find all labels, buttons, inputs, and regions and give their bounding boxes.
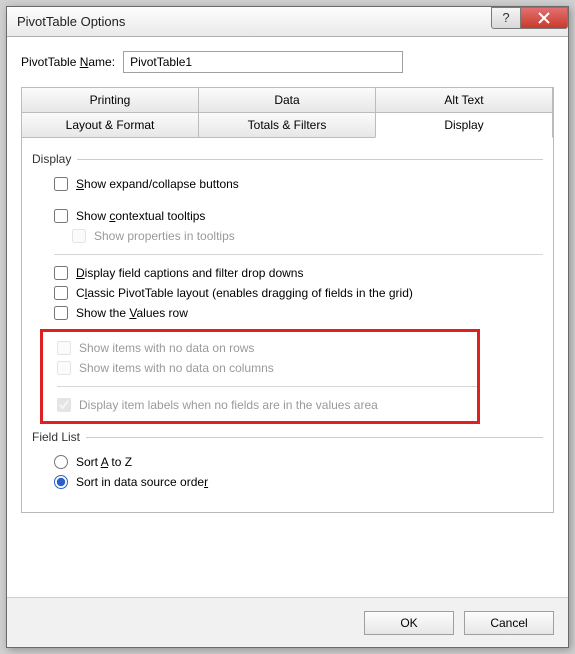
opt-field-captions[interactable]: Display field captions and filter drop d… [32,263,543,283]
opt-no-data-columns: Show items with no data on columns [43,358,477,378]
opt-no-data-rows: Show items with no data on rows [43,338,477,358]
display-panel: Display Show expand/collapse buttons Sho… [22,138,553,512]
ok-button[interactable]: OK [364,611,454,635]
tabs: Printing Data Alt Text Layout & Format T… [21,87,554,513]
pivottable-name-label: PivotTable Name: [21,55,115,69]
close-button[interactable] [520,7,568,29]
highlight-box: Show items with no data on rows Show ite… [40,329,480,424]
titlebar: PivotTable Options ? [7,7,568,37]
opt-item-labels: Display item labels when no fields are i… [43,395,477,415]
separator [54,254,543,255]
checkbox-field-captions[interactable] [54,266,68,280]
radio-input-sort-source[interactable] [54,475,68,489]
dialog-title: PivotTable Options [7,14,492,29]
radio-sort-az[interactable]: Sort A to Z [32,452,543,472]
window-buttons: ? [492,7,568,29]
tab-data[interactable]: Data [198,87,376,113]
checkbox-values-row[interactable] [54,306,68,320]
group-display-label: Display [32,152,71,166]
pivottable-options-dialog: PivotTable Options ? PivotTable Name: Pr… [6,6,569,648]
group-fieldlist-label: Field List [32,430,80,444]
pivottable-name-row: PivotTable Name: [21,51,554,73]
tab-alt-text[interactable]: Alt Text [375,87,553,113]
checkbox-classic-layout[interactable] [54,286,68,300]
opt-values-row[interactable]: Show the Values row [32,303,543,323]
radio-input-sort-az[interactable] [54,455,68,469]
checkbox-no-data-columns [57,361,71,375]
tab-totals-filters[interactable]: Totals & Filters [198,112,376,138]
checkbox-expand-collapse[interactable] [54,177,68,191]
dialog-footer: OK Cancel [7,597,568,647]
checkbox-contextual-tooltips[interactable] [54,209,68,223]
tab-layout-format[interactable]: Layout & Format [21,112,199,138]
opt-contextual-tooltips[interactable]: Show contextual tooltips [32,206,543,226]
checkbox-properties-tooltips [72,229,86,243]
checkbox-item-labels [57,398,71,412]
close-icon [538,12,550,24]
checkbox-no-data-rows [57,341,71,355]
cancel-button[interactable]: Cancel [464,611,554,635]
opt-properties-tooltips: Show properties in tooltips [32,226,543,246]
opt-classic-layout[interactable]: Classic PivotTable layout (enables dragg… [32,283,543,303]
tab-display[interactable]: Display [375,112,553,138]
separator [57,386,477,387]
radio-sort-source[interactable]: Sort in data source order [32,472,543,492]
help-button[interactable]: ? [491,7,521,29]
tab-printing[interactable]: Printing [21,87,199,113]
opt-expand-collapse[interactable]: Show expand/collapse buttons [32,174,543,194]
dialog-content: PivotTable Name: Printing Data Alt Text … [7,37,568,513]
pivottable-name-input[interactable] [123,51,403,73]
